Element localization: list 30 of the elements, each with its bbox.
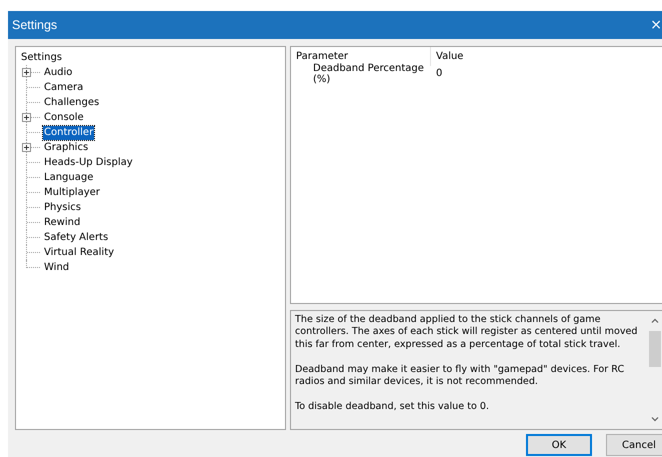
tree-item[interactable]: Challenges	[43, 96, 100, 110]
tree-item[interactable]: Audio	[43, 66, 74, 80]
column-header[interactable]: Value	[431, 51, 464, 62]
dialog-button[interactable]: OK	[526, 434, 592, 456]
tree-item[interactable]: Rewind	[43, 216, 82, 230]
tree-item[interactable]: Virtual Reality	[43, 246, 116, 260]
tree-item[interactable]: Graphics	[43, 140, 90, 154]
scrollbar-thumb[interactable]	[648, 330, 660, 366]
scroll-down-icon[interactable]	[650, 417, 658, 422]
tree-item[interactable]: Controller	[43, 126, 94, 140]
tree-item[interactable]: Multiplayer	[43, 186, 101, 200]
tree-item[interactable]: Physics	[43, 200, 82, 214]
description-text: Deadband may make it easier to fly with "gamepad" devices. For RC radios and similar devices, it is not recommended.	[295, 364, 626, 388]
tree-item[interactable]: Safety Alerts	[43, 230, 110, 244]
expand-icon[interactable]	[22, 143, 31, 152]
tree-item[interactable]: Console	[43, 110, 85, 124]
window-title: Settings	[12, 18, 58, 32]
close-button[interactable]: ×	[650, 17, 662, 33]
description-text: The size of the deadband applied to the stick channels of game controllers. The axes of each stick will register as centered until moved this far from center, expressed as a percentage of total stick travel.	[295, 314, 639, 351]
description-text: To disable deadband, set this value to 0.	[295, 401, 490, 414]
dialog-button[interactable]: Cancel	[606, 434, 662, 456]
tree-item[interactable]: Wind	[43, 260, 70, 274]
tree-item[interactable]: Camera	[43, 80, 84, 94]
expand-icon[interactable]	[22, 68, 31, 77]
table-cell[interactable]: 0	[431, 68, 442, 79]
expand-icon[interactable]	[22, 113, 31, 122]
tree-item[interactable]: Language	[43, 170, 94, 184]
scroll-up-icon[interactable]	[650, 318, 658, 322]
tree-item[interactable]: Settings	[20, 50, 64, 64]
tree-item[interactable]: Heads-Up Display	[43, 156, 134, 170]
